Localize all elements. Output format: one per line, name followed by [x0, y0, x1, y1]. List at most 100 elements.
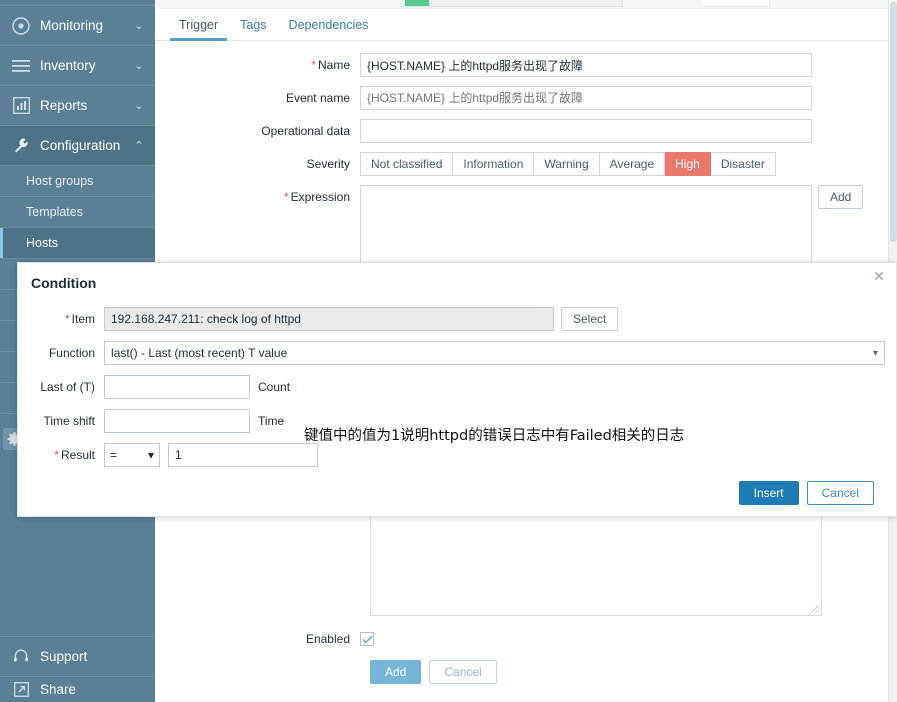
tab-dependencies[interactable]: Dependencies — [278, 18, 380, 40]
description-textarea[interactable] — [370, 511, 822, 616]
severity-option-label: High — [675, 157, 700, 171]
condition-row-item: *Item Select — [18, 307, 896, 331]
tab-tags[interactable]: Tags — [229, 18, 277, 40]
chevron-down-icon[interactable]: ⌄ — [131, 59, 147, 72]
eye-icon — [10, 15, 32, 37]
sidebar-bottom: Support Share — [0, 636, 155, 702]
name-label-text: Name — [317, 58, 350, 72]
progress-bar — [404, 0, 623, 7]
sidebar-item-reports[interactable]: Reports ⌄ — [0, 86, 155, 126]
tab-label: Trigger — [179, 18, 219, 32]
checkmark-icon — [361, 635, 373, 644]
form-row-severity: Severity Not classified Information Warn… — [155, 152, 897, 176]
list-icon — [10, 55, 32, 77]
expression-label-text: Expression — [290, 190, 350, 204]
sidebar-item-label: Monitoring — [40, 18, 104, 33]
time-shift-unit: Time — [258, 414, 285, 428]
item-input[interactable] — [104, 307, 554, 331]
result-value-input[interactable] — [168, 443, 318, 467]
operational-data-input[interactable] — [360, 119, 812, 143]
severity-option-not-classified[interactable]: Not classified — [360, 152, 454, 176]
trigger-form: *Name Event name Operational data Severi… — [155, 41, 897, 283]
required-asterisk: * — [64, 312, 70, 326]
form-row-name: * Name — [155, 53, 897, 77]
required-asterisk: * — [311, 58, 316, 72]
sidebar-item-hosts[interactable]: Hosts — [0, 228, 155, 259]
expression-label: * Expression — [155, 185, 360, 209]
expression-add-button[interactable]: Add — [818, 185, 864, 209]
sidebar-item-label: Inventory — [40, 58, 96, 73]
operational-data-label: Operational data — [261, 124, 350, 138]
item-label-text: Item — [71, 312, 95, 326]
condition-dialog-body: *Item Select Function last() - Last (mos… — [18, 303, 896, 467]
form-row-event-name: Event name — [155, 86, 897, 110]
severity-option-label: Disaster — [720, 157, 765, 171]
sidebar-subitem-label: Host groups — [26, 174, 94, 188]
share-icon — [10, 679, 32, 701]
sidebar-item-inventory[interactable]: Inventory ⌄ — [0, 46, 155, 86]
clipped-top-input[interactable] — [700, 0, 770, 7]
enabled-checkbox[interactable] — [360, 632, 374, 646]
result-operator-select[interactable]: = ▾ — [104, 443, 160, 467]
form-cancel-button[interactable]: Cancel — [429, 660, 497, 684]
chevron-down-icon[interactable]: ⌄ — [131, 19, 147, 32]
item-select-button[interactable]: Select — [561, 307, 619, 331]
severity-option-information[interactable]: Information — [453, 152, 535, 176]
condition-row-last-of-t: Last of (T) Count — [18, 375, 896, 399]
close-icon[interactable]: ✕ — [870, 267, 888, 285]
condition-dialog-footer: Insert Cancel — [18, 470, 896, 516]
severity-option-disaster[interactable]: Disaster — [710, 152, 776, 176]
severity-radio-group: Not classified Information Warning Avera… — [360, 152, 776, 176]
chevron-down-icon: ▾ — [872, 347, 878, 359]
condition-dialog-header: Condition ✕ — [18, 263, 896, 303]
tab-trigger[interactable]: Trigger — [168, 18, 229, 41]
required-asterisk: * — [54, 448, 59, 462]
sidebar-item-monitoring[interactable]: Monitoring ⌄ — [0, 6, 155, 46]
chevron-down-icon[interactable]: ⌄ — [131, 99, 147, 112]
last-of-t-input[interactable] — [104, 375, 250, 399]
sidebar-item-label: Share — [40, 682, 77, 697]
severity-option-average[interactable]: Average — [599, 152, 666, 176]
submit-add-button[interactable]: Add — [370, 660, 422, 684]
condition-cancel-button[interactable]: Cancel — [806, 481, 874, 505]
severity-option-label: Not classified — [371, 157, 443, 171]
sidebar-item-label: Support — [40, 649, 88, 664]
sidebar-item-configuration[interactable]: Configuration ⌃ — [0, 126, 155, 166]
page-scrollbar-thumb[interactable] — [890, 2, 897, 242]
last-of-t-unit: Count — [258, 380, 291, 394]
chevron-up-icon[interactable]: ⌃ — [131, 139, 147, 152]
time-shift-input[interactable] — [104, 409, 250, 433]
severity-label: Severity — [306, 157, 350, 171]
sidebar-subitem-label: Hosts — [26, 236, 58, 250]
form-footer-buttons: Add Cancel — [360, 660, 497, 684]
bar-chart-icon — [10, 95, 32, 117]
result-operator-value: = — [110, 448, 118, 462]
wrench-icon — [10, 135, 32, 157]
name-input[interactable] — [360, 53, 812, 77]
sidebar-item-share[interactable]: Share — [0, 676, 155, 702]
condition-row-function: Function last() - Last (most recent) T v… — [18, 341, 896, 365]
result-label: * Result — [18, 448, 104, 462]
resize-handle-icon[interactable] — [810, 604, 820, 614]
event-name-input[interactable] — [360, 86, 812, 110]
form-row-operational-data: Operational data — [155, 119, 897, 143]
sidebar-subitem-label: Templates — [26, 205, 83, 219]
sidebar-item-support[interactable]: Support — [0, 636, 155, 676]
tab-bar: Trigger Tags Dependencies — [155, 9, 897, 41]
item-label: * Item — [18, 312, 104, 326]
function-select[interactable]: last() - Last (most recent) T value ▾ — [104, 341, 885, 365]
sidebar-item-host-groups[interactable]: Host groups — [0, 166, 155, 197]
enabled-label: Enabled — [305, 632, 350, 646]
severity-option-label: Warning — [544, 157, 589, 171]
insert-button[interactable]: Insert — [738, 481, 799, 505]
progress-bar-fill — [405, 0, 429, 6]
time-shift-label: Time shift — [43, 414, 95, 428]
event-name-label: Event name — [285, 91, 350, 105]
severity-option-high[interactable]: High — [665, 152, 711, 176]
required-asterisk: * — [283, 190, 289, 204]
condition-dialog: Condition ✕ *Item Select Function last()… — [17, 262, 897, 517]
name-label: * Name — [155, 53, 360, 77]
result-label-text: Result — [60, 448, 95, 462]
severity-option-warning[interactable]: Warning — [534, 152, 600, 176]
sidebar-item-templates[interactable]: Templates — [0, 197, 155, 228]
